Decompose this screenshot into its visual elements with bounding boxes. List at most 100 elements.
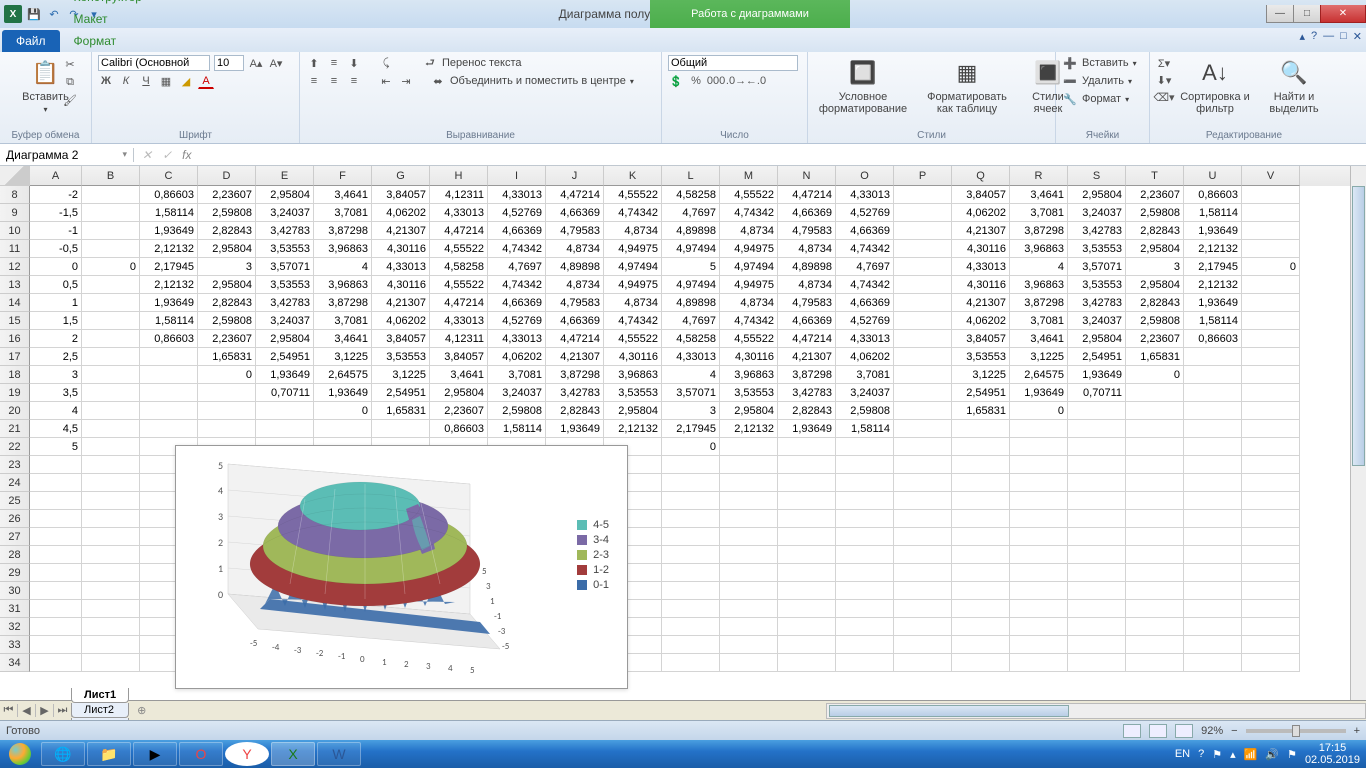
cell[interactable] <box>30 456 82 474</box>
sheet-tab[interactable]: Лист2 <box>71 703 129 718</box>
cell[interactable]: 3,7081 <box>314 204 372 222</box>
cell[interactable] <box>836 528 894 546</box>
cell[interactable]: 0 <box>82 258 140 276</box>
cell[interactable] <box>894 312 952 330</box>
align-right-icon[interactable]: ≡ <box>346 73 362 89</box>
cell[interactable]: 4,12311 <box>430 186 488 204</box>
cell[interactable] <box>662 582 720 600</box>
cell[interactable]: 4,8734 <box>778 240 836 258</box>
cell[interactable] <box>836 636 894 654</box>
cell[interactable] <box>894 420 952 438</box>
cell[interactable]: 4,97494 <box>604 258 662 276</box>
cell[interactable]: 4,58258 <box>662 186 720 204</box>
cell[interactable] <box>894 330 952 348</box>
cell[interactable] <box>894 294 952 312</box>
cell[interactable] <box>82 654 140 672</box>
cell[interactable]: 4,89898 <box>662 222 720 240</box>
cell[interactable]: 3,96863 <box>1010 240 1068 258</box>
cell[interactable] <box>894 402 952 420</box>
cell[interactable]: 3,42783 <box>1068 222 1126 240</box>
first-sheet-icon[interactable]: ⏮ <box>0 704 18 717</box>
cell[interactable]: 3,87298 <box>778 366 836 384</box>
cell[interactable] <box>894 492 952 510</box>
cell[interactable] <box>778 546 836 564</box>
cell[interactable]: 0,5 <box>30 276 82 294</box>
cell[interactable] <box>894 366 952 384</box>
cell[interactable] <box>1068 528 1126 546</box>
cell[interactable]: 4,33013 <box>836 186 894 204</box>
cell[interactable]: 4,33013 <box>488 186 546 204</box>
cell[interactable]: 4,74342 <box>720 204 778 222</box>
cell[interactable] <box>836 564 894 582</box>
zoom-level[interactable]: 92% <box>1201 725 1223 737</box>
cell[interactable] <box>82 564 140 582</box>
col-header-G[interactable]: G <box>372 166 430 186</box>
decrease-indent-icon[interactable]: ⇤ <box>378 73 394 89</box>
col-header-Q[interactable]: Q <box>952 166 1010 186</box>
cell[interactable]: 3,24037 <box>1068 204 1126 222</box>
row-header[interactable]: 16 <box>0 330 30 348</box>
cell[interactable] <box>778 636 836 654</box>
cell[interactable]: 3,84057 <box>372 330 430 348</box>
cell[interactable] <box>1242 600 1300 618</box>
horizontal-scrollbar[interactable] <box>826 703 1366 719</box>
cell[interactable] <box>894 636 952 654</box>
name-box[interactable]: Диаграмма 2▾ <box>0 148 134 162</box>
cell[interactable]: 2,95804 <box>198 240 256 258</box>
cell[interactable] <box>82 420 140 438</box>
cell[interactable] <box>952 438 1010 456</box>
cell[interactable] <box>82 366 140 384</box>
cut-icon[interactable]: ✂ <box>62 56 78 72</box>
cell[interactable]: 3,53553 <box>604 384 662 402</box>
cell[interactable]: 3,96863 <box>314 240 372 258</box>
taskbar-word-icon[interactable]: W <box>317 742 361 766</box>
cell[interactable] <box>1010 510 1068 528</box>
cell[interactable]: -1 <box>30 222 82 240</box>
cell[interactable]: 4,33013 <box>488 330 546 348</box>
cell[interactable]: 4,8734 <box>778 276 836 294</box>
cell[interactable]: 1,65831 <box>372 402 430 420</box>
cell[interactable]: 4,55522 <box>604 330 662 348</box>
cell[interactable]: 2,95804 <box>720 402 778 420</box>
row-header[interactable]: 17 <box>0 348 30 366</box>
cell[interactable] <box>1242 492 1300 510</box>
cell[interactable]: 2,54951 <box>952 384 1010 402</box>
cell[interactable] <box>82 618 140 636</box>
currency-icon[interactable]: 💲 <box>668 73 684 89</box>
cell[interactable] <box>894 384 952 402</box>
cell[interactable]: 4,66369 <box>836 294 894 312</box>
row-header[interactable]: 14 <box>0 294 30 312</box>
cell[interactable]: 3,4641 <box>1010 186 1068 204</box>
cell[interactable]: 1,93649 <box>140 294 198 312</box>
cell[interactable] <box>30 474 82 492</box>
cell[interactable]: 2,95804 <box>256 330 314 348</box>
cell[interactable] <box>720 654 778 672</box>
cell[interactable] <box>1242 330 1300 348</box>
cell[interactable]: 4,66369 <box>488 222 546 240</box>
cell[interactable]: 3,4641 <box>314 186 372 204</box>
cell[interactable]: 2,54951 <box>1068 348 1126 366</box>
cell[interactable]: 4,7697 <box>836 258 894 276</box>
cell[interactable] <box>952 636 1010 654</box>
cell[interactable] <box>720 564 778 582</box>
delete-cells-button[interactable]: Удалить <box>1082 75 1124 87</box>
border-icon[interactable]: ▦ <box>158 73 174 89</box>
cell[interactable]: 4,33013 <box>662 348 720 366</box>
cell[interactable]: 1,58114 <box>488 420 546 438</box>
cell[interactable] <box>952 528 1010 546</box>
cell[interactable] <box>1126 654 1184 672</box>
tab-Макет[interactable]: Макет <box>62 8 195 30</box>
cell[interactable] <box>894 528 952 546</box>
col-header-R[interactable]: R <box>1010 166 1068 186</box>
cell[interactable] <box>1242 564 1300 582</box>
row-header[interactable]: 23 <box>0 456 30 474</box>
cell[interactable]: 4,89898 <box>778 258 836 276</box>
cell[interactable]: 4,8734 <box>604 222 662 240</box>
cell[interactable]: 2,12132 <box>140 240 198 258</box>
cell[interactable] <box>1184 636 1242 654</box>
cell[interactable] <box>836 438 894 456</box>
col-header-K[interactable]: K <box>604 166 662 186</box>
cell[interactable]: 2,82843 <box>1126 294 1184 312</box>
cell[interactable]: -1,5 <box>30 204 82 222</box>
cell[interactable]: 3,57071 <box>256 258 314 276</box>
